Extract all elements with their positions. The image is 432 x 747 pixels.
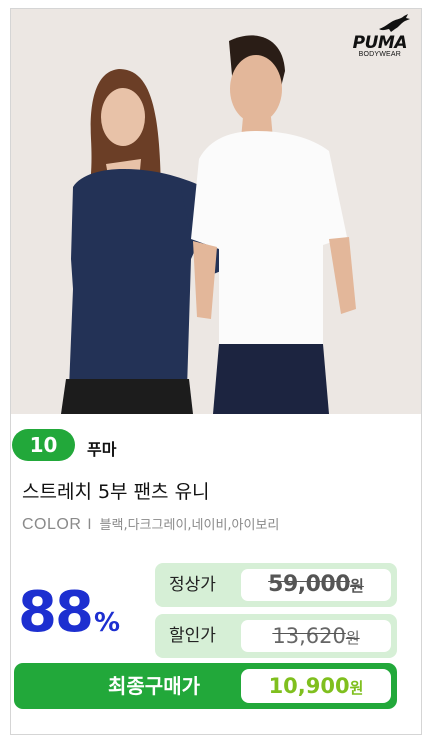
- final-price-amount: 10,900: [268, 674, 350, 698]
- final-price-label: 최종구매가: [108, 674, 200, 698]
- brand-logo: PUMA BODYWEAR: [352, 14, 410, 58]
- sale-price-box: 할인가 13,620원: [155, 614, 397, 658]
- brand-name: 푸마: [87, 440, 117, 459]
- color-label: COLOR: [22, 516, 82, 533]
- regular-price-amount: 59,000: [268, 572, 351, 597]
- sale-price-value: 13,620원: [241, 620, 391, 652]
- discount-rate: 88%: [18, 580, 120, 645]
- color-values: 블랙,다크그레이,네이비,아이보리: [99, 518, 280, 533]
- sale-price-label: 할인가: [169, 626, 216, 646]
- models-image: [11, 9, 421, 414]
- discount-unit: %: [93, 608, 120, 638]
- regular-price-label: 정상가: [169, 575, 216, 595]
- color-options: COLOR I 블랙,다크그레이,네이비,아이보리: [22, 514, 279, 534]
- final-price-value: 10,900원: [241, 669, 391, 703]
- color-separator: I: [87, 517, 92, 533]
- product-photo[interactable]: PUMA BODYWEAR: [11, 9, 421, 414]
- sale-price-unit: 원: [345, 629, 360, 647]
- regular-price-box: 정상가 59,000원: [155, 563, 397, 607]
- final-price-button[interactable]: 최종구매가 10,900원: [14, 663, 397, 709]
- discount-value: 88: [18, 580, 94, 645]
- final-price-unit: 원: [349, 679, 364, 697]
- rank-badge: 10: [12, 429, 75, 461]
- brand-logo-word: PUMA: [352, 33, 408, 53]
- regular-price-value: 59,000원: [241, 569, 391, 601]
- regular-price-unit: 원: [350, 577, 364, 595]
- sale-price-amount: 13,620: [272, 624, 346, 648]
- product-name[interactable]: 스트레치 5부 팬츠 유니: [22, 477, 210, 504]
- puma-cat-logo-icon: [379, 14, 410, 32]
- brand-logo-sub: BODYWEAR: [358, 51, 402, 58]
